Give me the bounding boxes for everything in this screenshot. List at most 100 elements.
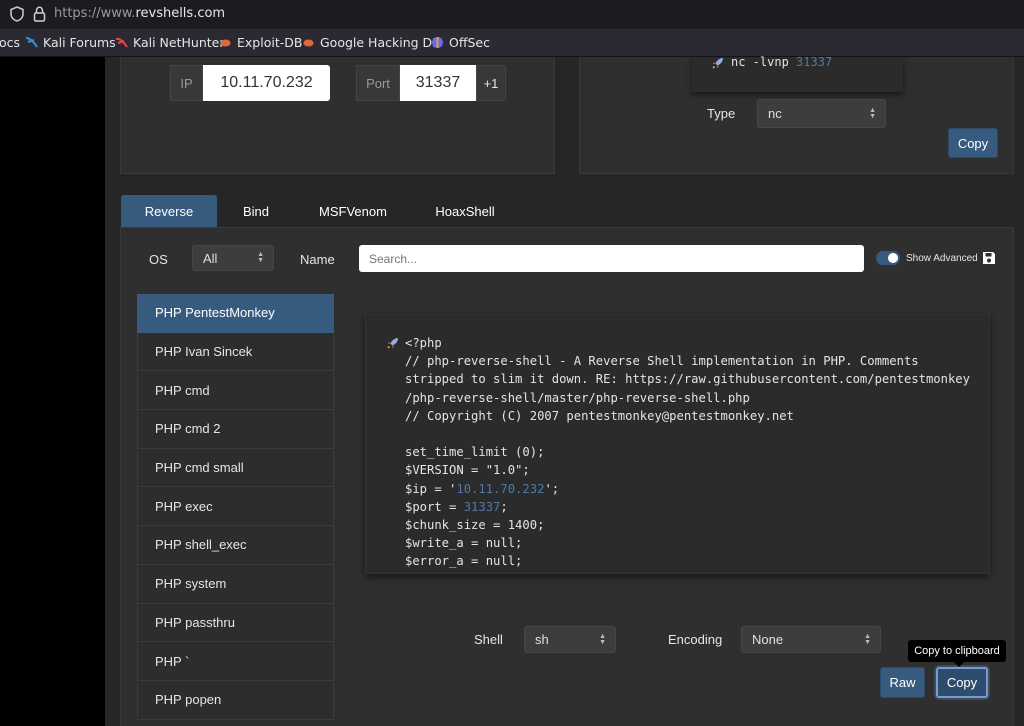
code-line: $VERSION = "1.0"; [405,463,530,478]
list-item-label: PHP Ivan Sincek [155,344,253,360]
type-select[interactable]: nc ▲ ▼ [757,99,886,128]
code-line: set_time_limit (0); [405,445,545,460]
code-text: $port = [405,499,464,514]
rocket-icon [712,58,723,69]
url-field[interactable]: https://www.revshells.com [54,6,225,21]
code-ip-value: 10.11.70.232 [456,481,545,496]
list-item-label: PHP shell_exec [155,537,247,553]
kali-icon [25,37,38,48]
url-prefix: https://www. [54,6,136,21]
type-label: Type [707,106,736,121]
os-label: OS [149,252,168,267]
code-line: // Copyright (C) 2007 pentestmonkey@pent… [405,408,794,423]
select-arrows-icon: ▲ ▼ [599,632,606,646]
bookmark-kali-nethunter[interactable]: Kali NetHunter [115,35,224,50]
bookmark-label: Kali NetHunter [133,35,225,50]
list-item-label: PHP cmd 2 [155,421,221,437]
name-label: Name [300,252,335,267]
shell-select-value: sh [535,632,549,647]
ghdb-icon [303,39,314,47]
show-advanced-toggle[interactable] [876,251,900,265]
list-item-label: PHP passthru [155,614,235,630]
payload-code: <?php // php-reverse-shell - A Reverse S… [405,334,970,571]
list-item-label: PHP system [155,576,227,592]
list-item-label: PHP exec [155,498,213,514]
bookmark-kali-forums[interactable]: Kali Forums [25,35,116,50]
os-select[interactable]: All ▲ ▼ [192,245,274,271]
list-item[interactable]: PHP PentestMonkey [137,294,334,333]
code-line: $chunk_size = 1400; [405,518,545,533]
code-line: $write_a = null; [405,536,523,551]
rocket-icon [387,338,398,349]
shell-list: PHP PentestMonkey PHP Ivan Sincek PHP cm… [137,294,334,720]
offsec-icon [432,37,443,48]
copy-tooltip: Copy to clipboard [908,640,1006,667]
code-line: /php-reverse-shell/master/php-reverse-sh… [405,390,750,405]
bookmark-label: ocs [0,35,21,50]
raw-button[interactable]: Raw [880,667,925,698]
code-line: stripped to slim it down. RE: https://ra… [405,372,970,387]
select-arrows-icon: ▲ ▼ [257,251,264,264]
code-text: ; [500,499,508,514]
list-item[interactable]: PHP shell_exec [137,526,334,565]
listener-copy-button[interactable]: Copy [948,128,998,158]
copy-payload-button[interactable]: Copy [936,667,988,698]
nethunter-icon [115,37,128,48]
code-port-value: 31337 [463,499,501,514]
list-item-label: PHP popen [155,692,222,708]
payload-code-block[interactable]: <?php // php-reverse-shell - A Reverse S… [365,314,990,574]
bookmark-exploit-db[interactable]: Exploit-DB [219,35,302,50]
select-arrows-icon: ▲ ▼ [864,632,871,646]
list-item[interactable]: PHP ` [137,642,334,681]
encoding-select-value: None [752,632,784,647]
tab-reverse[interactable]: Reverse [121,195,217,227]
select-arrows-icon: ▲ ▼ [869,106,876,120]
list-item[interactable]: PHP passthru [137,603,334,643]
browser-urlbar: https://www.revshells.com [0,0,1024,29]
tab-hoaxshell[interactable]: HoaxShell [427,195,503,227]
shell-label: Shell [474,632,503,647]
port-increment-button[interactable]: +1 [476,65,506,101]
list-item[interactable]: PHP cmd [137,371,334,411]
show-advanced-label: Show Advanced [906,253,978,264]
list-item[interactable]: PHP Ivan Sincek [137,332,334,372]
list-item[interactable]: PHP cmd small [137,448,334,488]
url-domain: revshells.com [135,6,226,21]
tab-msfvenom[interactable]: MSFVenom [312,195,394,227]
left-dark-strip [0,57,105,726]
list-item[interactable]: PHP system [137,564,334,604]
shield-icon[interactable] [10,6,24,22]
bookmark-label: Google Hacking DB [320,35,441,50]
lock-icon[interactable] [33,6,46,22]
list-item-label: PHP PentestMonkey [155,305,275,321]
bookmarks-bar: ocs Kali Forums Kali NetHunter Exploit-D… [0,29,1024,57]
port-label: Port [356,65,400,101]
ip-input[interactable]: 10.11.70.232 [203,65,330,101]
bookmark-offsec[interactable]: OffSec [431,35,490,50]
encoding-select[interactable]: None ▲ ▼ [741,626,881,653]
list-item-label: PHP cmd [155,382,210,398]
search-input[interactable] [359,245,864,272]
listener-command-text: nc -lvnp [731,55,797,69]
bookmark-label: OffSec [449,35,490,50]
listener-command[interactable]: nc -lvnp 31337 [731,55,832,69]
code-line: <?php [405,336,442,350]
bookmark-google-hacking-db[interactable]: Google Hacking DB [302,35,441,50]
list-item-label: PHP cmd small [155,460,244,476]
shell-select[interactable]: sh ▲ ▼ [524,626,616,653]
code-line: $error_a = null; [405,554,523,569]
code-text: '; [544,481,560,496]
list-item[interactable]: PHP exec [137,487,334,527]
type-select-value: nc [768,106,782,121]
bookmark-label: Kali Forums [43,35,116,50]
tab-bind[interactable]: Bind [229,195,283,227]
ip-label: IP [170,65,203,101]
list-item[interactable]: PHP popen [137,680,334,720]
port-input[interactable]: 31337 [400,65,476,101]
save-icon[interactable] [982,251,996,265]
listener-command-port: 31337 [796,55,833,69]
list-item[interactable]: PHP cmd 2 [137,410,334,449]
code-line: // php-reverse-shell - A Reverse Shell i… [405,354,919,369]
code-text: $ip = ' [405,481,457,496]
bookmark-docs[interactable]: ocs [0,35,20,50]
